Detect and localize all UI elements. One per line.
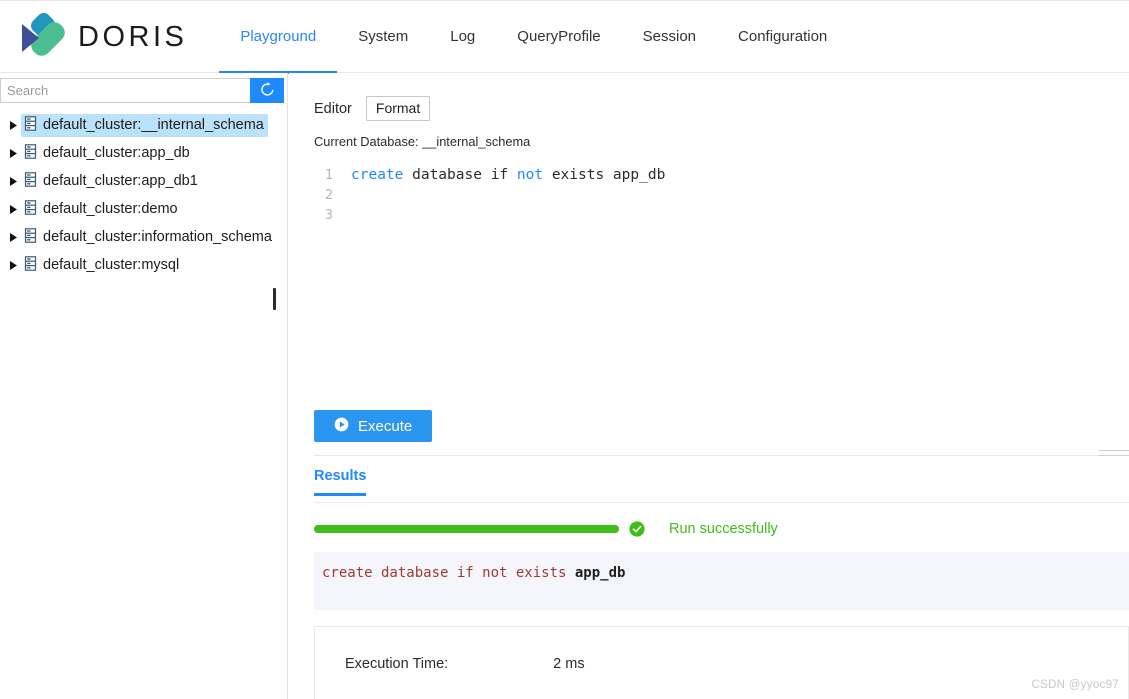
sql-text: database if bbox=[403, 167, 517, 183]
play-icon bbox=[334, 417, 349, 436]
refresh-button[interactable] bbox=[250, 78, 284, 103]
tabs-underline bbox=[314, 502, 1129, 503]
line-number: 2 bbox=[324, 187, 333, 203]
tree-node-demo[interactable]: default_cluster:demo bbox=[0, 195, 287, 223]
tree-node-app-db[interactable]: default_cluster:app_db bbox=[0, 139, 287, 167]
code-content bbox=[351, 185, 360, 205]
executed-sql-box: create database if not exists app_db bbox=[314, 552, 1129, 610]
editor-label: Editor bbox=[314, 100, 352, 117]
execute-button[interactable]: Execute bbox=[314, 410, 433, 442]
editor-results-divider bbox=[314, 455, 1129, 456]
search-input[interactable] bbox=[0, 78, 250, 103]
tree-node-label: default_cluster:app_db1 bbox=[43, 173, 198, 189]
executed-sql-identifier: app_db bbox=[574, 565, 626, 581]
tab-results[interactable]: Results bbox=[314, 468, 367, 496]
brand-name: DORIS bbox=[78, 20, 188, 53]
progress-bar bbox=[314, 525, 619, 533]
chevron-right-icon[interactable] bbox=[5, 117, 21, 133]
results-tabbar: Results bbox=[314, 467, 1129, 496]
code-line: 1 create database if not exists app_db bbox=[307, 165, 1129, 185]
sql-keyword: not bbox=[516, 167, 544, 183]
doris-web-ui: DORIS Playground System Log QueryProfile… bbox=[0, 0, 1129, 699]
nav-item-log[interactable]: Log bbox=[429, 3, 496, 74]
database-icon bbox=[24, 143, 37, 163]
tree-node-label: default_cluster:mysql bbox=[43, 257, 180, 273]
sidebar: default_cluster:__internal_schema bbox=[0, 73, 288, 699]
execution-time-panel: Execution Time: 2 ms bbox=[314, 626, 1129, 699]
tree-node-label: default_cluster:demo bbox=[43, 201, 178, 217]
execution-time-label: Execution Time: bbox=[345, 655, 449, 672]
tree-node-information-schema[interactable]: default_cluster:information_schema bbox=[0, 223, 287, 251]
chevron-right-icon[interactable] bbox=[5, 173, 21, 189]
nav-item-session[interactable]: Session bbox=[622, 3, 717, 74]
doris-logo-icon bbox=[20, 10, 69, 60]
line-number: 3 bbox=[324, 207, 333, 223]
nav-item-playground[interactable]: Playground bbox=[219, 3, 338, 74]
run-status-row: Run successfully bbox=[314, 521, 778, 537]
execution-time-value: 2 ms bbox=[553, 655, 585, 672]
editor-toolbar: Editor Format bbox=[289, 73, 1129, 121]
execute-button-label: Execute bbox=[358, 417, 413, 435]
database-icon bbox=[24, 255, 37, 275]
line-number: 1 bbox=[324, 167, 333, 183]
tree-node-mysql[interactable]: default_cluster:mysql bbox=[0, 251, 287, 279]
refresh-icon bbox=[260, 81, 275, 100]
logo-navy-triangle bbox=[22, 24, 39, 52]
code-line: 2 bbox=[307, 185, 1129, 205]
tree-node-internal-schema[interactable]: default_cluster:__internal_schema bbox=[0, 111, 287, 139]
brand: DORIS bbox=[0, 10, 188, 60]
database-tree: default_cluster:__internal_schema defaul… bbox=[0, 111, 287, 279]
sql-keyword: create bbox=[351, 167, 404, 183]
sidebar-resize-handle[interactable] bbox=[273, 288, 276, 310]
chevron-right-icon[interactable] bbox=[5, 257, 21, 273]
code-content bbox=[351, 205, 360, 225]
chevron-right-icon[interactable] bbox=[5, 145, 21, 161]
tree-node-label: default_cluster:app_db bbox=[43, 145, 190, 161]
nav-item-queryprofile[interactable]: QueryProfile bbox=[496, 3, 621, 74]
database-icon bbox=[24, 199, 37, 219]
check-circle-icon bbox=[629, 521, 645, 537]
code-line: 3 bbox=[307, 205, 1129, 225]
run-status-text: Run successfully bbox=[669, 521, 778, 537]
sql-editor[interactable]: 1 create database if not exists app_db 2… bbox=[289, 165, 1129, 225]
executed-sql-text: create database if not exists bbox=[322, 565, 575, 581]
main-nav: Playground System Log QueryProfile Sessi… bbox=[219, 2, 848, 74]
sidebar-search-row bbox=[0, 78, 284, 103]
current-database-label: Current Database: __internal_schema bbox=[314, 134, 531, 149]
sql-text: exists app_db bbox=[543, 167, 666, 183]
tree-node-label: default_cluster:information_schema bbox=[43, 229, 272, 245]
nav-item-system[interactable]: System bbox=[337, 3, 429, 74]
database-icon bbox=[24, 227, 37, 247]
nav-item-configuration[interactable]: Configuration bbox=[717, 3, 848, 74]
database-icon bbox=[24, 115, 37, 135]
format-button[interactable]: Format bbox=[365, 96, 431, 121]
app-header: DORIS Playground System Log QueryProfile… bbox=[0, 2, 1129, 74]
main-content: Editor Format Current Database: __intern… bbox=[289, 73, 1129, 699]
splitter-grip[interactable] bbox=[1099, 448, 1129, 460]
watermark: CSDN @yyoc97 bbox=[1031, 679, 1119, 691]
tree-node-app-db1[interactable]: default_cluster:app_db1 bbox=[0, 167, 287, 195]
chevron-right-icon[interactable] bbox=[5, 201, 21, 217]
code-content: create database if not exists app_db bbox=[351, 165, 665, 185]
chevron-right-icon[interactable] bbox=[5, 229, 21, 245]
database-icon bbox=[24, 171, 37, 191]
tree-node-label: default_cluster:__internal_schema bbox=[43, 117, 264, 133]
